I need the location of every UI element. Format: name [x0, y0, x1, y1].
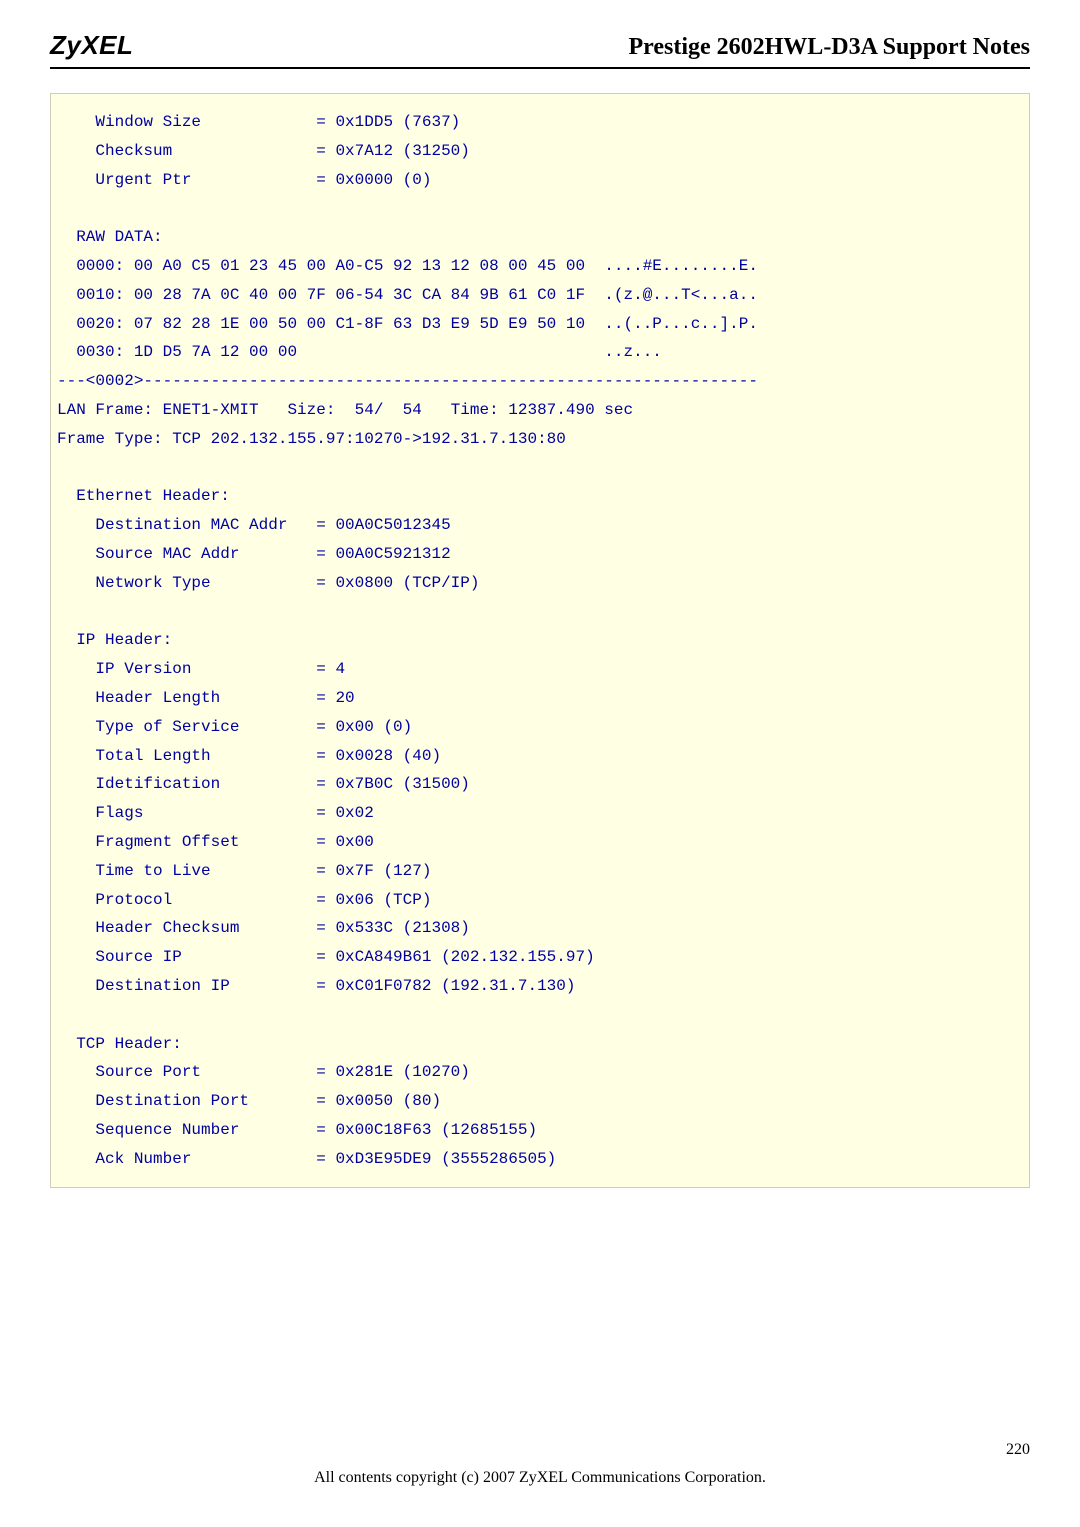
- code-line: Source Port = 0x281E (10270): [57, 1058, 1023, 1087]
- copyright-footer: All contents copyright (c) 2007 ZyXEL Co…: [0, 1469, 1080, 1487]
- code-line: Header Checksum = 0x533C (21308): [57, 914, 1023, 943]
- code-line: IP Header:: [57, 626, 1023, 655]
- code-line: Destination Port = 0x0050 (80): [57, 1087, 1023, 1116]
- code-line: Protocol = 0x06 (TCP): [57, 886, 1023, 915]
- code-line: Frame Type: TCP 202.132.155.97:10270->19…: [57, 425, 1023, 454]
- code-line: [57, 1001, 1023, 1030]
- code-line: Sequence Number = 0x00C18F63 (12685155): [57, 1116, 1023, 1145]
- code-line: Header Length = 20: [57, 684, 1023, 713]
- page-number: 220: [1006, 1441, 1030, 1459]
- page-title: Prestige 2602HWL-D3A Support Notes: [628, 34, 1030, 61]
- code-line: [57, 194, 1023, 223]
- code-line: Destination MAC Addr = 00A0C5012345: [57, 511, 1023, 540]
- brand-logo: ZyXEL: [50, 30, 133, 61]
- code-line: Checksum = 0x7A12 (31250): [57, 137, 1023, 166]
- code-line: [57, 454, 1023, 483]
- code-line: TCP Header:: [57, 1030, 1023, 1059]
- code-line: 0020: 07 82 28 1E 00 50 00 C1-8F 63 D3 E…: [57, 310, 1023, 339]
- code-line: Ethernet Header:: [57, 482, 1023, 511]
- code-line: Source IP = 0xCA849B61 (202.132.155.97): [57, 943, 1023, 972]
- code-line: Time to Live = 0x7F (127): [57, 857, 1023, 886]
- code-line: LAN Frame: ENET1-XMIT Size: 54/ 54 Time:…: [57, 396, 1023, 425]
- code-line: IP Version = 4: [57, 655, 1023, 684]
- code-line: Urgent Ptr = 0x0000 (0): [57, 166, 1023, 195]
- code-line: RAW DATA:: [57, 223, 1023, 252]
- code-line: ---<0002>-------------------------------…: [57, 367, 1023, 396]
- code-line: Type of Service = 0x00 (0): [57, 713, 1023, 742]
- code-line: Fragment Offset = 0x00: [57, 828, 1023, 857]
- code-line: Network Type = 0x0800 (TCP/IP): [57, 569, 1023, 598]
- code-line: Source MAC Addr = 00A0C5921312: [57, 540, 1023, 569]
- code-line: Idetification = 0x7B0C (31500): [57, 770, 1023, 799]
- code-line: 0000: 00 A0 C5 01 23 45 00 A0-C5 92 13 1…: [57, 252, 1023, 281]
- code-line: Ack Number = 0xD3E95DE9 (3555286505): [57, 1145, 1023, 1174]
- code-line: 0010: 00 28 7A 0C 40 00 7F 06-54 3C CA 8…: [57, 281, 1023, 310]
- packet-dump-block: Window Size = 0x1DD5 (7637) Checksum = 0…: [50, 93, 1030, 1188]
- code-line: Window Size = 0x1DD5 (7637): [57, 108, 1023, 137]
- code-line: Flags = 0x02: [57, 799, 1023, 828]
- code-line: Destination IP = 0xC01F0782 (192.31.7.13…: [57, 972, 1023, 1001]
- code-line: [57, 598, 1023, 627]
- header: ZyXEL Prestige 2602HWL-D3A Support Notes: [50, 30, 1030, 69]
- code-line: Total Length = 0x0028 (40): [57, 742, 1023, 771]
- code-line: 0030: 1D D5 7A 12 00 00 ..z...: [57, 338, 1023, 367]
